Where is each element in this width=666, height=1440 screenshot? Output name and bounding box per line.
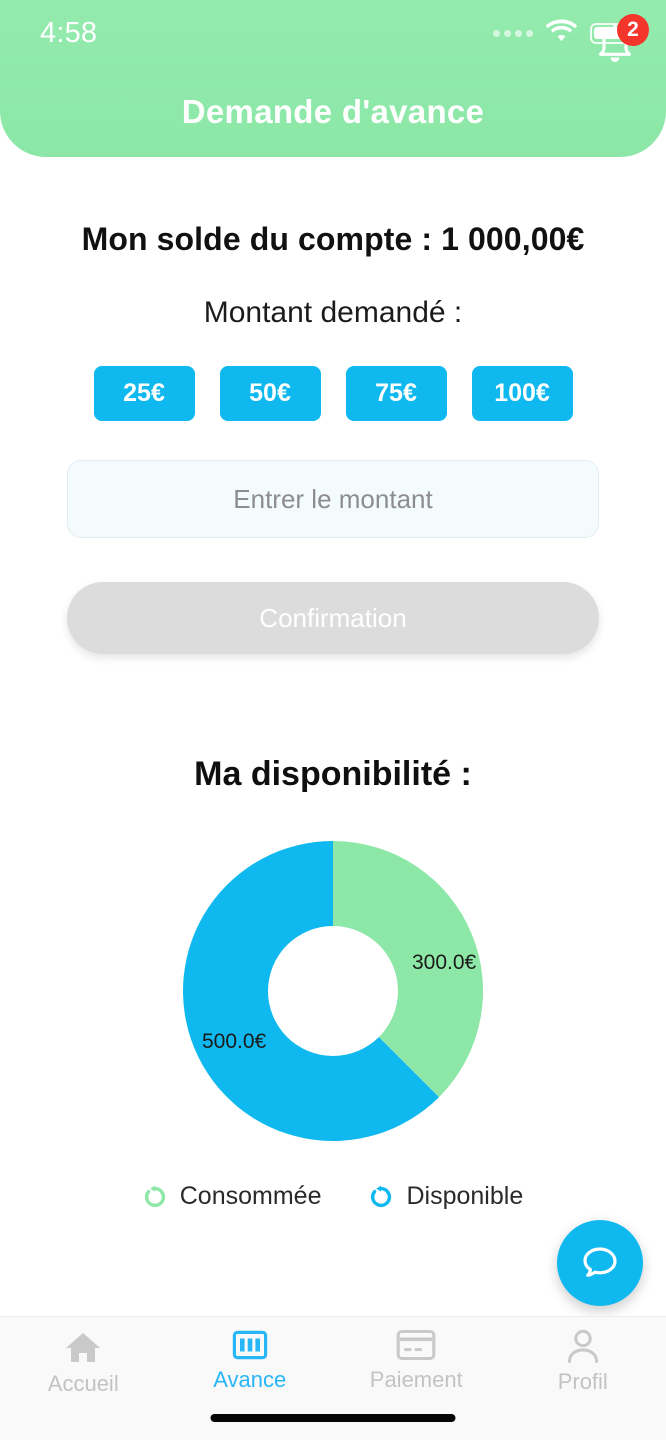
ring-arrow-icon <box>144 1185 165 1207</box>
chart-legend: Consommée Disponible <box>0 1182 666 1211</box>
credit-card-icon <box>396 1329 436 1361</box>
header-title-row: Demande d'avance <box>0 66 666 157</box>
nav-item-accueil[interactable]: Accueil <box>0 1317 167 1403</box>
legend-item-consommee: Consommée <box>143 1182 322 1211</box>
legend-item-disponible: Disponible <box>369 1182 523 1211</box>
nav-item-avance[interactable]: Avance <box>167 1317 334 1403</box>
donut-label-disponible: 500.0€ <box>202 1030 267 1053</box>
nav-item-profil[interactable]: Profil <box>500 1317 666 1403</box>
chat-bubble-icon <box>583 1247 617 1277</box>
home-indicator <box>210 1414 456 1422</box>
quick-amount-100[interactable]: 100€ <box>471 366 573 421</box>
notification-badge: 2 <box>617 14 649 46</box>
nav-label-paiement: Paiement <box>369 1367 463 1392</box>
nav-label-avance: Avance <box>213 1367 287 1392</box>
app-screen: 4:58 Demande d'avance 2 Mon solde du com… <box>0 0 666 1440</box>
page-title: Demande d'avance <box>181 92 485 130</box>
nav-item-paiement[interactable]: Paiement <box>333 1317 500 1403</box>
legend-label-consommee: Consommée <box>179 1182 322 1210</box>
quick-amount-75[interactable]: 75€ <box>345 366 447 421</box>
bottom-navigation: Accueil Avance Paiement Profil <box>0 1316 666 1440</box>
notifications-button[interactable]: 2 <box>587 14 649 74</box>
wifi-icon <box>545 19 578 47</box>
status-time: 4:58 <box>40 16 98 49</box>
nav-label-accueil: Accueil <box>47 1371 119 1396</box>
app-header: 4:58 Demande d'avance 2 <box>0 0 666 157</box>
chat-fab-button[interactable] <box>557 1220 643 1306</box>
banknote-icon <box>232 1330 267 1360</box>
availability-donut-chart: 300.0€ 500.0€ <box>180 838 486 1144</box>
amount-requested-label: Montant demandé : <box>203 296 463 329</box>
chart-title: Ma disponibilité : <box>194 755 472 793</box>
quick-amount-50[interactable]: 50€ <box>219 366 321 421</box>
quick-amount-group: 25€ 50€ 75€ 100€ <box>0 366 666 421</box>
person-icon <box>567 1329 598 1363</box>
status-bar: 4:58 <box>0 0 666 66</box>
donut-label-consommee: 300.0€ <box>412 951 477 974</box>
amount-input[interactable] <box>67 460 599 538</box>
donut-hole <box>268 926 398 1056</box>
home-icon <box>66 1333 101 1362</box>
legend-label-disponible: Disponible <box>406 1182 524 1210</box>
ring-arrow-icon <box>371 1185 392 1207</box>
confirmation-button[interactable]: Confirmation <box>67 582 599 654</box>
signal-dots-icon <box>493 29 533 37</box>
nav-label-profil: Profil <box>557 1369 608 1394</box>
quick-amount-25[interactable]: 25€ <box>93 366 195 421</box>
account-balance-text: Mon solde du compte : 1 000,00€ <box>81 221 585 257</box>
